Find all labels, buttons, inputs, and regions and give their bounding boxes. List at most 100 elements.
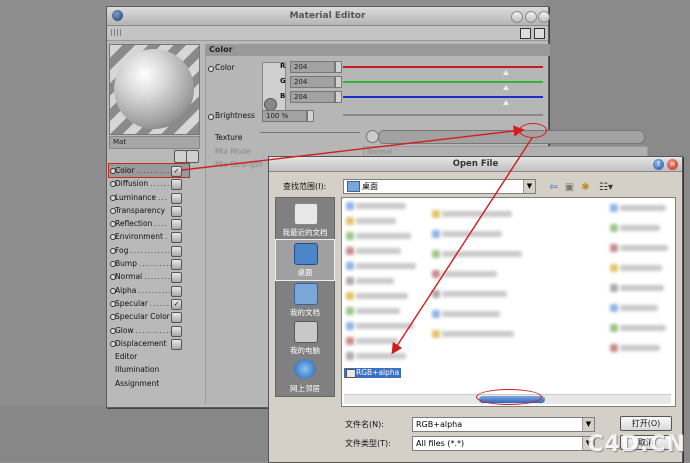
channel-row-specular[interactable]: Specular ✓ ......: [109, 297, 189, 310]
b-value-field[interactable]: 204: [290, 91, 335, 103]
channel-checkbox-color[interactable]: ✓: [171, 166, 182, 177]
pick-icon[interactable]: [186, 150, 199, 163]
chevron-down-icon[interactable]: ▼: [582, 418, 594, 431]
channel-row-environment[interactable]: Environment .: [109, 230, 189, 244]
material-editor-titlebar[interactable]: Material Editor: [107, 7, 550, 26]
channel-checkbox-displacement[interactable]: [171, 338, 182, 350]
channel-checkbox-luminance[interactable]: [171, 192, 182, 204]
blurred-file-name[interactable]: [620, 345, 660, 351]
place-my-computer[interactable]: 我的电脑: [276, 318, 334, 358]
channel-row-glow[interactable]: Glow ...........: [109, 324, 189, 337]
blurred-file-name[interactable]: [442, 251, 522, 257]
channel-checkbox-environment[interactable]: [171, 232, 182, 244]
r-slider-thumb[interactable]: [503, 70, 509, 75]
g-spinner[interactable]: [335, 76, 342, 88]
back-arrow-icon[interactable]: ⇦: [547, 182, 560, 193]
keyframe-dot-icon[interactable]: [208, 114, 214, 120]
channel-row-displacement[interactable]: Displacement: [109, 337, 189, 350]
blurred-file-name[interactable]: [620, 265, 662, 271]
g-slider-thumb[interactable]: [503, 85, 509, 90]
channel-checkbox-normal[interactable]: [171, 272, 182, 284]
chevron-down-icon[interactable]: ▼: [523, 180, 535, 193]
blurred-file-name[interactable]: [356, 248, 401, 254]
blurred-file-name[interactable]: [356, 323, 414, 329]
channel-checkbox-fog[interactable]: [171, 245, 182, 257]
material-preview[interactable]: [109, 44, 200, 135]
g-slider-track[interactable]: [343, 81, 543, 83]
maximize-button[interactable]: [525, 11, 537, 23]
place-network[interactable]: 网上邻居: [276, 356, 334, 396]
b-slider-track[interactable]: [343, 96, 543, 98]
look-in-combo[interactable]: 桌面 ▼: [343, 179, 536, 194]
keyframe-dot-icon[interactable]: [208, 66, 214, 72]
blurred-file-name[interactable]: [620, 245, 668, 251]
channel-checkbox-alpha[interactable]: [171, 285, 182, 297]
blurred-file-name[interactable]: [442, 271, 497, 277]
brightness-value-field[interactable]: 100 %: [262, 110, 307, 122]
file-list[interactable]: RGB+alpha: [341, 197, 676, 407]
open-button[interactable]: 打开(O): [620, 416, 672, 431]
channel-checkbox-specular[interactable]: ✓: [171, 298, 182, 310]
g-value-field[interactable]: 204: [290, 76, 335, 88]
place-desktop[interactable]: 桌面: [275, 239, 335, 281]
help-button[interactable]: ?: [653, 159, 664, 170]
channel-checkbox-transparency[interactable]: [171, 205, 182, 217]
r-value-field[interactable]: 204: [290, 61, 335, 73]
channel-row-diffusion[interactable]: Diffusion ......: [109, 177, 189, 191]
new-folder-icon[interactable]: ✱: [579, 182, 592, 193]
blurred-file-name[interactable]: [356, 293, 408, 299]
blurred-file-name[interactable]: [442, 231, 502, 237]
lock-icon[interactable]: [520, 28, 531, 39]
brightness-spinner[interactable]: [307, 110, 314, 122]
blurred-file-name[interactable]: [442, 311, 500, 317]
selected-file-item[interactable]: RGB+alpha: [344, 368, 402, 378]
blurred-file-name[interactable]: [620, 205, 666, 211]
texture-field[interactable]: [378, 130, 645, 144]
minimize-button[interactable]: [511, 11, 523, 23]
channel-row-fog[interactable]: Fog ............: [109, 244, 189, 257]
blurred-file-name[interactable]: [442, 291, 507, 297]
grip-icon[interactable]: [111, 29, 121, 36]
blurred-file-name[interactable]: [356, 278, 394, 284]
blurred-file-name[interactable]: [356, 338, 398, 344]
blurred-file-name[interactable]: [442, 331, 514, 337]
r-spinner[interactable]: [335, 61, 342, 73]
b-spinner[interactable]: [335, 91, 342, 103]
brightness-slider-track[interactable]: [343, 114, 543, 116]
blurred-file-name[interactable]: [356, 203, 406, 209]
channel-checkbox-reflection[interactable]: [171, 219, 182, 231]
blurred-file-name[interactable]: [620, 225, 660, 231]
item-editor[interactable]: Editor: [109, 350, 189, 363]
channel-row-alpha[interactable]: Alpha ..........: [109, 284, 189, 297]
open-file-titlebar[interactable]: Open File ? ×: [269, 157, 682, 172]
filetype-select[interactable]: All files (*.*) ▼: [412, 436, 595, 451]
r-slider-track[interactable]: [343, 66, 543, 68]
filename-input[interactable]: RGB+alpha ▼: [412, 417, 595, 432]
channel-row-reflection[interactable]: Reflection ....: [109, 217, 189, 231]
item-assignment[interactable]: Assignment: [109, 377, 189, 390]
channel-row-bump[interactable]: Bump ..........: [109, 257, 189, 271]
blurred-file-name[interactable]: [620, 325, 666, 331]
view-menu-icon[interactable]: ☷▾: [597, 182, 615, 193]
new-window-icon[interactable]: [534, 28, 545, 39]
channel-row-specular-color[interactable]: Specular Color: [109, 310, 189, 324]
dialog-close-button[interactable]: ×: [667, 159, 678, 170]
channel-row-luminance[interactable]: Luminance ...: [109, 191, 189, 204]
blurred-file-name[interactable]: [356, 233, 411, 239]
blurred-file-name[interactable]: [442, 211, 512, 217]
place-recent-documents[interactable]: 我最近的文档: [276, 200, 334, 240]
blurred-file-name[interactable]: [356, 263, 416, 269]
blurred-file-name[interactable]: [620, 305, 658, 311]
channel-row-normal[interactable]: Normal ........: [109, 270, 189, 284]
channel-row-transparency[interactable]: Transparency: [109, 204, 189, 217]
channel-checkbox-specular-color[interactable]: [171, 312, 182, 324]
channel-checkbox-diffusion[interactable]: [171, 179, 182, 191]
blurred-file-name[interactable]: [356, 308, 400, 314]
item-illumination[interactable]: Illumination: [109, 363, 189, 376]
b-slider-thumb[interactable]: [503, 100, 509, 105]
up-folder-icon[interactable]: ▣: [563, 182, 576, 193]
blurred-file-name[interactable]: [620, 285, 664, 291]
place-my-documents[interactable]: 我的文档: [276, 280, 334, 320]
blurred-file-name[interactable]: [356, 353, 406, 359]
blurred-file-name[interactable]: [356, 218, 396, 224]
